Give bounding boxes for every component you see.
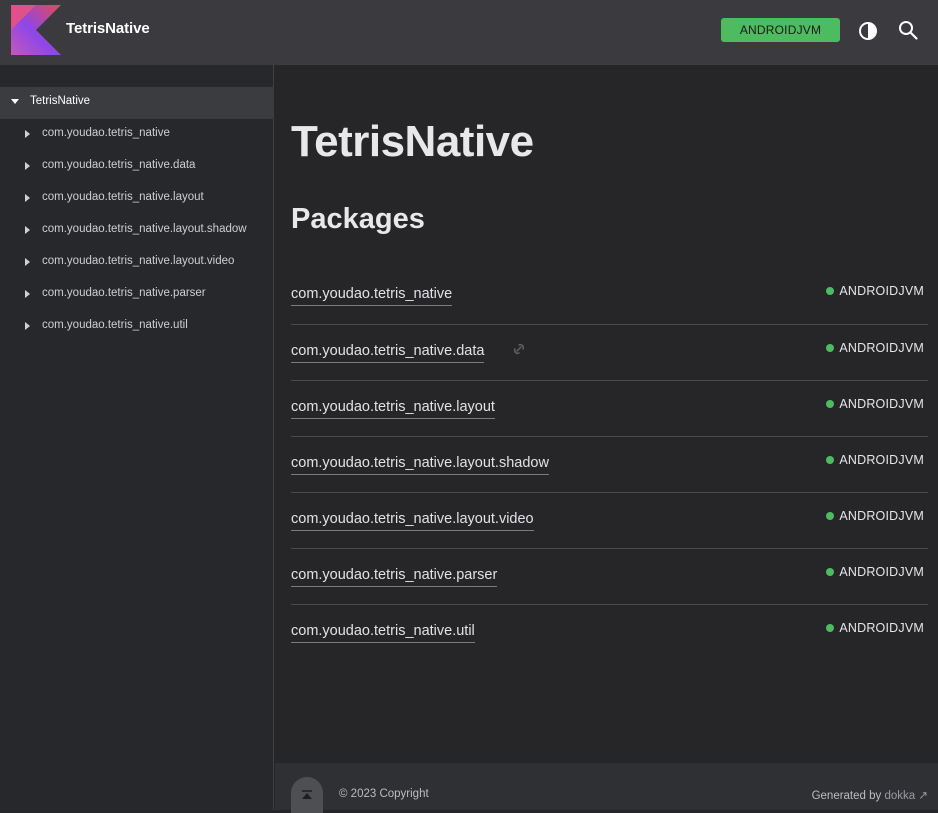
sidebar-item-label: com.youdao.tetris_native.layout.video bbox=[42, 255, 235, 267]
search-icon[interactable] bbox=[898, 20, 918, 40]
package-link[interactable]: com.youdao.tetris_native bbox=[291, 286, 453, 306]
platform-tag: ANDROIDJVM bbox=[826, 341, 924, 355]
platform-label: ANDROIDJVM bbox=[839, 341, 924, 355]
copyright-text: © 2023 Copyright bbox=[339, 788, 429, 800]
caret-right-icon[interactable] bbox=[25, 226, 30, 234]
package-link[interactable]: com.youdao.tetris_native.util bbox=[291, 623, 475, 643]
package-row: com.youdao.tetris_native.layout ANDROIDJ… bbox=[291, 380, 928, 436]
platform-tag: ANDROIDJVM bbox=[826, 453, 924, 467]
page-title: TetrisNative bbox=[291, 117, 534, 166]
package-row: com.youdao.tetris_native.layout.shadow A… bbox=[291, 436, 928, 492]
sidebar-item-label: com.youdao.tetris_native.util bbox=[42, 319, 188, 331]
dokka-link[interactable]: dokka bbox=[884, 790, 915, 802]
sidebar-item[interactable]: com.youdao.tetris_native.layout.video bbox=[0, 247, 274, 279]
section-title: Packages bbox=[291, 203, 425, 235]
platform-dot-icon bbox=[826, 400, 835, 408]
footer: © 2023 Copyright Generated by dokka ↗ bbox=[275, 763, 938, 813]
arrow-up-to-line-icon bbox=[302, 790, 312, 799]
sidebar-item[interactable]: com.youdao.tetris_native.parser bbox=[0, 279, 274, 311]
caret-right-icon[interactable] bbox=[25, 322, 30, 330]
sidebar-item-label: TetrisNative bbox=[30, 95, 91, 107]
sidebar-item[interactable]: com.youdao.tetris_native.util bbox=[0, 311, 274, 343]
platform-label: ANDROIDJVM bbox=[839, 284, 924, 298]
package-row: com.youdao.tetris_native.util ANDROIDJVM bbox=[291, 604, 928, 660]
platform-dot-icon bbox=[826, 287, 835, 295]
package-row: com.youdao.tetris_native ANDROIDJVM bbox=[291, 268, 928, 324]
app-title[interactable]: TetrisNative bbox=[66, 20, 150, 37]
kotlin-logo-icon[interactable] bbox=[11, 5, 61, 55]
caret-right-icon[interactable] bbox=[25, 194, 30, 202]
platform-dot-icon bbox=[826, 568, 835, 576]
top-navbar: TetrisNative ANDROIDJVM bbox=[0, 0, 938, 65]
sidebar-item-label: com.youdao.tetris_native.data bbox=[42, 159, 196, 171]
package-link[interactable]: com.youdao.tetris_native.layout.video bbox=[291, 511, 534, 531]
main-content: TetrisNative Packages com.youdao.tetris_… bbox=[275, 65, 938, 763]
platform-label: ANDROIDJVM bbox=[839, 397, 924, 411]
platform-label: ANDROIDJVM bbox=[839, 621, 924, 635]
sidebar-item[interactable]: com.youdao.tetris_native bbox=[0, 119, 274, 151]
link-icon[interactable] bbox=[509, 341, 529, 357]
platform-tag: ANDROIDJVM bbox=[826, 397, 924, 411]
caret-down-icon[interactable] bbox=[11, 99, 19, 105]
contrast-icon[interactable] bbox=[858, 21, 878, 41]
package-link[interactable]: com.youdao.tetris_native.data bbox=[291, 343, 485, 363]
platform-tag: ANDROIDJVM bbox=[826, 621, 924, 635]
package-row: com.youdao.tetris_native.layout.video AN… bbox=[291, 492, 928, 548]
sidebar-item-label: com.youdao.tetris_native bbox=[42, 127, 170, 139]
platform-dot-icon bbox=[826, 456, 835, 464]
caret-right-icon[interactable] bbox=[25, 162, 30, 170]
generated-by: Generated by dokka ↗ bbox=[812, 788, 928, 802]
sidebar-item-root[interactable]: TetrisNative bbox=[0, 87, 274, 119]
platform-filter-button[interactable]: ANDROIDJVM bbox=[721, 18, 840, 42]
sidebar-item-label: com.youdao.tetris_native.layout.shadow bbox=[42, 223, 247, 235]
platform-dot-icon bbox=[826, 344, 835, 352]
platform-dot-icon bbox=[826, 624, 835, 632]
external-link-icon[interactable]: ↗ bbox=[918, 790, 928, 802]
package-link[interactable]: com.youdao.tetris_native.layout bbox=[291, 399, 495, 419]
platform-tag: ANDROIDJVM bbox=[826, 284, 924, 298]
caret-right-icon[interactable] bbox=[25, 258, 30, 266]
package-row: com.youdao.tetris_native.data ANDROIDJVM bbox=[291, 324, 928, 380]
sidebar-item[interactable]: com.youdao.tetris_native.layout.shadow bbox=[0, 215, 274, 247]
sidebar: TetrisNative com.youdao.tetris_native co… bbox=[0, 65, 274, 810]
scroll-to-top-button[interactable] bbox=[291, 777, 323, 813]
sidebar-item[interactable]: com.youdao.tetris_native.data bbox=[0, 151, 274, 183]
platform-dot-icon bbox=[826, 512, 835, 520]
package-row: com.youdao.tetris_native.parser ANDROIDJ… bbox=[291, 548, 928, 604]
sidebar-item[interactable]: com.youdao.tetris_native.layout bbox=[0, 183, 274, 215]
package-link[interactable]: com.youdao.tetris_native.parser bbox=[291, 567, 498, 587]
generated-by-label: Generated by bbox=[811, 790, 885, 802]
platform-label: ANDROIDJVM bbox=[839, 565, 924, 579]
platform-tag: ANDROIDJVM bbox=[826, 509, 924, 523]
sidebar-item-label: com.youdao.tetris_native.parser bbox=[42, 287, 206, 299]
platform-label: ANDROIDJVM bbox=[839, 453, 924, 467]
sidebar-item-label: com.youdao.tetris_native.layout bbox=[42, 191, 204, 203]
package-link[interactable]: com.youdao.tetris_native.layout.shadow bbox=[291, 455, 549, 475]
platform-tag: ANDROIDJVM bbox=[826, 565, 924, 579]
platform-label: ANDROIDJVM bbox=[839, 509, 924, 523]
caret-right-icon[interactable] bbox=[25, 130, 30, 138]
caret-right-icon[interactable] bbox=[25, 290, 30, 298]
